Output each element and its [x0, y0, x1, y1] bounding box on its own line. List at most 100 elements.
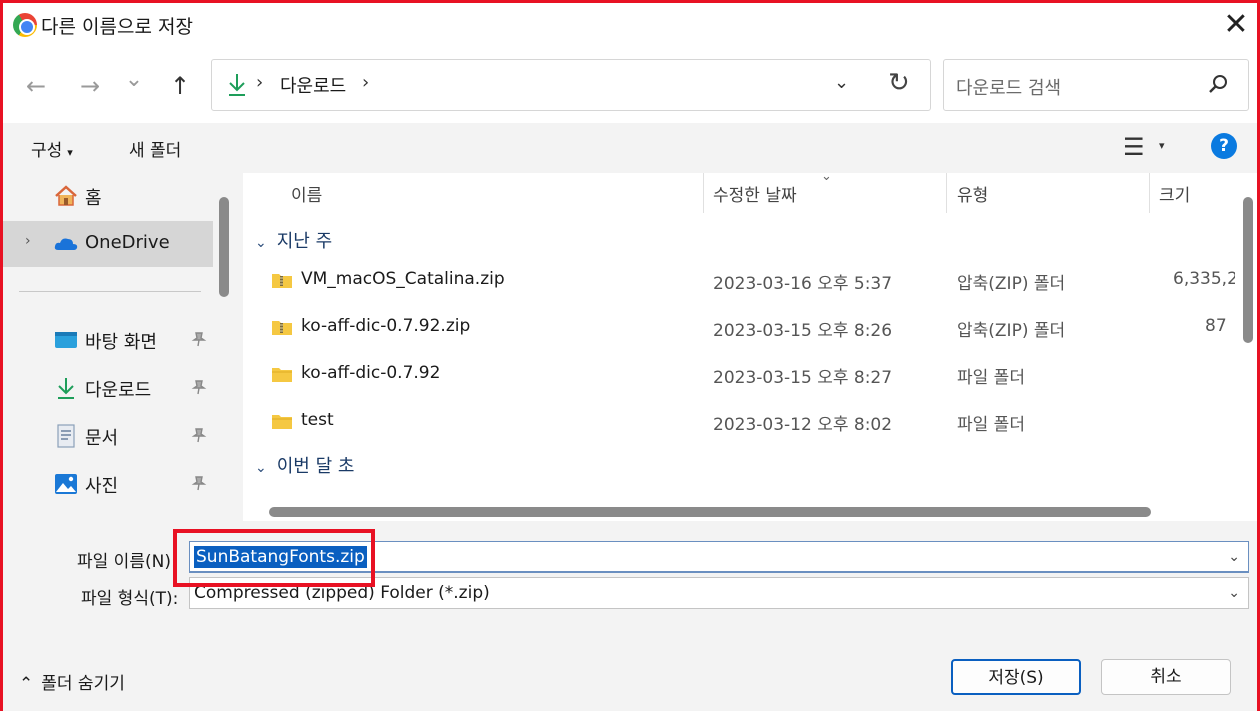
- collapse-chevron-icon: ⌄: [255, 235, 267, 251]
- filetype-label: 파일 형식(T):: [81, 589, 179, 609]
- highlight-box: [173, 529, 375, 587]
- hide-folders-label: 폴더 숨기기: [41, 674, 125, 694]
- sidebar-item-label: OneDrive: [85, 232, 170, 253]
- file-type: 압축(ZIP) 폴더: [957, 321, 1066, 341]
- breadcrumb-chevron-icon[interactable]: ›: [256, 72, 263, 93]
- search-icon[interactable]: [1206, 72, 1230, 96]
- view-options-icon[interactable]: ☰: [1123, 133, 1145, 161]
- column-header-type[interactable]: 유형: [957, 181, 988, 215]
- sidebar-item-label: 다운로드: [85, 380, 152, 401]
- sidebar-item-pictures[interactable]: 사진: [3, 461, 213, 507]
- sidebar-item-home[interactable]: 홈: [3, 173, 213, 219]
- vertical-scrollbar[interactable]: [1243, 197, 1253, 343]
- sidebar-item-label: 바탕 화면: [85, 332, 157, 353]
- horizontal-scrollbar[interactable]: [269, 507, 1151, 517]
- save-button[interactable]: 저장(S): [951, 659, 1081, 695]
- refresh-icon[interactable]: ↻: [888, 68, 910, 98]
- address-bar[interactable]: › 다운로드 › ⌄ ↻: [211, 59, 931, 111]
- folder-icon: [272, 415, 292, 429]
- pin-icon[interactable]: [191, 331, 207, 347]
- caret-down-icon: ▾: [67, 146, 73, 159]
- save-as-dialog: 다른 이름으로 저장 ✕ ← → ⌄ ↑ › 다운로드 › ⌄ ↻ 다운로드 검…: [0, 0, 1260, 711]
- filename-label: 파일 이름(N):: [77, 552, 177, 572]
- file-name: VM_macOS_Catalina.zip: [301, 269, 505, 289]
- file-type: 파일 폴더: [957, 368, 1025, 388]
- column-header-size[interactable]: 크기: [1159, 181, 1190, 215]
- organize-button[interactable]: 구성 ▾: [31, 136, 73, 161]
- title-bar: 다른 이름으로 저장 ✕: [3, 3, 1257, 49]
- save-form: 파일 이름(N): SunBatangFonts.zip ⌄ 파일 형식(T):…: [3, 521, 1257, 711]
- documents-icon: [57, 424, 75, 448]
- hide-folders-button[interactable]: ⌃ 폴더 숨기기: [19, 669, 125, 694]
- address-dropdown-icon[interactable]: ⌄: [834, 72, 849, 93]
- download-icon: [229, 74, 245, 96]
- pictures-icon: [55, 474, 77, 494]
- zip-folder-icon: [272, 274, 292, 288]
- file-type: 파일 폴더: [957, 415, 1025, 435]
- file-size: 6,335,27: [1173, 269, 1235, 289]
- file-modified: 2023-03-12 오후 8:02: [713, 415, 893, 435]
- pin-icon[interactable]: [191, 427, 207, 443]
- file-list: 이름 ⌄ 수정한 날짜 유형 크기 ⌄ 지난 주 VM_macOS_Catalin…: [243, 169, 1257, 521]
- onedrive-cloud-icon: [54, 238, 78, 250]
- sort-descending-icon: ⌄: [821, 169, 832, 184]
- zip-folder-icon: [272, 321, 292, 335]
- file-name: ko-aff-dic-0.7.92: [301, 363, 441, 383]
- expand-chevron-icon[interactable]: ›: [25, 233, 31, 249]
- collapse-chevron-icon: ⌄: [255, 460, 267, 476]
- group-title: 지난 주: [276, 231, 333, 252]
- sidebar-scrollbar[interactable]: [219, 197, 229, 297]
- sidebar-item-label: 사진: [85, 476, 119, 497]
- file-name: ko-aff-dic-0.7.92.zip: [301, 316, 471, 336]
- caret-down-icon[interactable]: ▾: [1159, 139, 1165, 152]
- command-toolbar: 구성 ▾ 새 폴더 ☰ ▾ ?: [3, 123, 1257, 173]
- chevron-down-icon[interactable]: ⌄: [1228, 585, 1240, 601]
- file-modified: 2023-03-15 오후 8:27: [713, 368, 893, 388]
- new-folder-button[interactable]: 새 폴더: [129, 136, 181, 161]
- column-header-modified[interactable]: 수정한 날짜: [713, 181, 797, 215]
- file-type: 압축(ZIP) 폴더: [957, 274, 1066, 294]
- recent-locations-chevron-icon[interactable]: ⌄: [117, 63, 151, 97]
- window-title: 다른 이름으로 저장: [41, 16, 193, 38]
- table-row[interactable]: ko-aff-dic-0.7.92 2023-03-15 오후 8:27 파일 …: [243, 363, 1243, 403]
- search-input[interactable]: 다운로드 검색: [956, 74, 1061, 100]
- search-box[interactable]: 다운로드 검색: [943, 59, 1249, 111]
- file-modified: 2023-03-16 오후 5:37: [713, 274, 893, 294]
- organize-label: 구성: [31, 141, 63, 161]
- group-header-last-week[interactable]: ⌄ 지난 주: [255, 227, 332, 253]
- column-header-name[interactable]: 이름: [291, 181, 322, 215]
- sidebar-item-desktop[interactable]: 바탕 화면: [3, 317, 213, 363]
- forward-arrow-icon[interactable]: →: [73, 69, 107, 103]
- up-arrow-icon[interactable]: ↑: [163, 69, 197, 103]
- column-separator[interactable]: [946, 173, 947, 213]
- breadcrumb-chevron-icon[interactable]: ›: [362, 72, 369, 93]
- desktop-icon: [55, 332, 77, 348]
- back-arrow-icon[interactable]: ←: [19, 69, 53, 103]
- file-size: 87: [1205, 316, 1227, 336]
- column-separator[interactable]: [1149, 173, 1150, 213]
- chevron-down-icon[interactable]: ⌄: [1228, 549, 1240, 565]
- download-icon: [58, 378, 74, 399]
- close-icon[interactable]: ✕: [1218, 7, 1254, 43]
- folder-icon: [272, 368, 292, 382]
- sidebar-item-onedrive[interactable]: › OneDrive: [3, 221, 213, 267]
- navigation-bar: ← → ⌄ ↑ › 다운로드 › ⌄ ↻ 다운로드 검색: [3, 49, 1257, 123]
- group-title: 이번 달 초: [276, 456, 355, 477]
- pin-icon[interactable]: [191, 475, 207, 491]
- sidebar-item-documents[interactable]: 문서: [3, 413, 213, 459]
- table-row[interactable]: test 2023-03-12 오후 8:02 파일 폴더: [243, 410, 1243, 450]
- group-header-earlier-this-month[interactable]: ⌄ 이번 달 초: [255, 452, 354, 478]
- home-icon: [55, 185, 77, 206]
- chevron-up-icon: ⌃: [19, 674, 34, 694]
- sidebar-divider: [19, 291, 201, 292]
- help-icon[interactable]: ?: [1211, 133, 1237, 159]
- chrome-logo-icon: [13, 13, 37, 37]
- breadcrumb-downloads[interactable]: 다운로드: [280, 72, 346, 98]
- sidebar-item-downloads[interactable]: 다운로드: [3, 365, 213, 411]
- pin-icon[interactable]: [191, 379, 207, 395]
- cancel-button[interactable]: 취소: [1101, 659, 1231, 695]
- column-separator[interactable]: [703, 173, 704, 213]
- table-row[interactable]: ko-aff-dic-0.7.92.zip 2023-03-15 오후 8:26…: [243, 316, 1243, 356]
- navigation-pane: 홈 › OneDrive 바탕 화면 다운로드 문서 사진: [3, 173, 237, 521]
- table-row[interactable]: VM_macOS_Catalina.zip 2023-03-16 오후 5:37…: [243, 269, 1243, 309]
